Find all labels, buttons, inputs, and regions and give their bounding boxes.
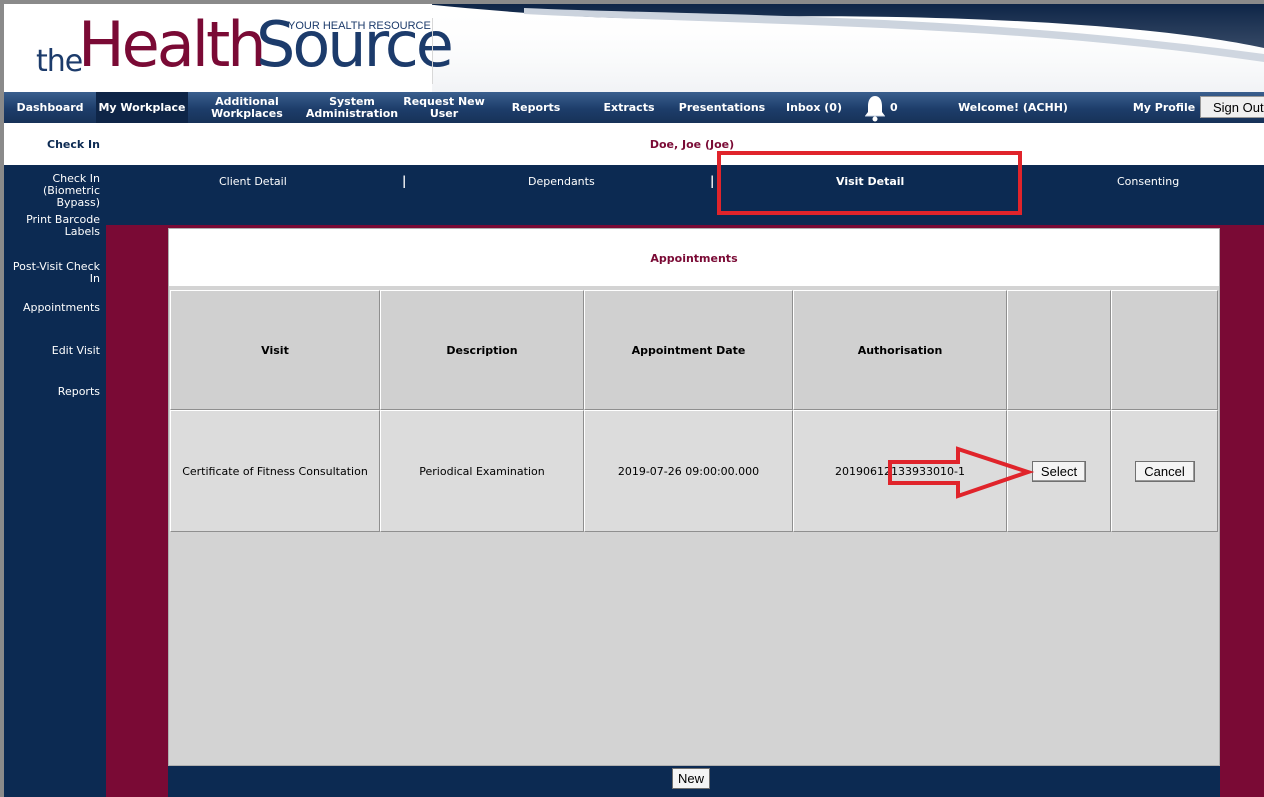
column-header-select xyxy=(1007,290,1111,410)
column-header-description: Description xyxy=(380,290,584,410)
select-button[interactable]: Select xyxy=(1032,460,1086,482)
sidebar: Check In Check In (Biometric Bypass) Pri… xyxy=(4,123,106,797)
nav-system-administration[interactable]: System Administration xyxy=(302,92,402,123)
nav-presentations[interactable]: Presentations xyxy=(676,92,768,123)
column-header-visit: Visit xyxy=(170,290,380,410)
new-appointment-button[interactable]: New xyxy=(672,768,710,789)
sidebar-item-post-visit-check-in[interactable]: Post-Visit Check In xyxy=(4,261,106,285)
cell-cancel: Cancel xyxy=(1111,410,1218,532)
appointments-heading: Appointments xyxy=(650,252,738,265)
welcome-text: Welcome! (ACHH) xyxy=(958,100,1068,114)
tab-dependants[interactable]: Dependants xyxy=(528,175,595,188)
sidebar-item-reports[interactable]: Reports xyxy=(4,386,106,398)
visit-tabs: Client Detail | Dependants | Visit Detai… xyxy=(106,165,1264,225)
cell-appointment-date: 2019-07-26 09:00:00.000 xyxy=(584,410,793,532)
nav-additional-workplaces[interactable]: Additional Workplaces xyxy=(204,92,290,123)
logo-the-text: the xyxy=(36,44,83,79)
nav-inbox[interactable]: Inbox (0) xyxy=(778,92,850,123)
tab-separator: | xyxy=(710,174,715,188)
nav-my-profile[interactable]: My Profile xyxy=(1130,92,1198,123)
top-navigation: Dashboard My Workplace Additional Workpl… xyxy=(4,92,1264,123)
cell-visit: Certificate of Fitness Consultation xyxy=(170,410,380,532)
sidebar-item-appointments[interactable]: Appointments xyxy=(4,302,106,314)
notification-count: 0 xyxy=(890,101,898,114)
patient-bar: Doe, Joe (Joe) xyxy=(106,123,1264,165)
tab-separator: | xyxy=(402,174,407,188)
patient-name: Doe, Joe (Joe) xyxy=(649,138,735,151)
footer-bar: New xyxy=(168,766,1220,797)
red-arrow-annotation xyxy=(888,446,1035,499)
appointments-heading-box: Appointments xyxy=(169,229,1219,286)
sidebar-item-check-in-biometric-bypass[interactable]: Check In (Biometric Bypass) xyxy=(4,173,106,209)
logo-tagline: YOUR HEALTH RESOURCE xyxy=(288,20,431,32)
nav-extracts[interactable]: Extracts xyxy=(596,92,662,123)
cancel-button[interactable]: Cancel xyxy=(1134,460,1195,482)
tab-visit-detail[interactable]: Visit Detail xyxy=(836,175,904,188)
sidebar-item-edit-visit[interactable]: Edit Visit xyxy=(4,345,106,357)
column-header-appointment-date: Appointment Date xyxy=(584,290,793,410)
appointments-table: Visit Description Appointment Date Autho… xyxy=(170,290,1218,532)
column-header-authorisation: Authorisation xyxy=(793,290,1007,410)
sign-out-button[interactable]: Sign Out xyxy=(1200,96,1264,118)
logo-divider xyxy=(432,18,433,84)
nav-dashboard[interactable]: Dashboard xyxy=(10,92,90,123)
sidebar-item-check-in[interactable]: Check In xyxy=(4,123,106,165)
sidebar-item-print-barcode-labels[interactable]: Print Barcode Labels xyxy=(4,214,106,238)
nav-request-new-user[interactable]: Request New User xyxy=(402,92,486,123)
bell-icon[interactable] xyxy=(862,94,888,122)
logo[interactable]: the Health Source YOUR HEALTH RESOURCE xyxy=(4,4,454,92)
column-header-cancel xyxy=(1111,290,1218,410)
cell-description: Periodical Examination xyxy=(380,410,584,532)
tab-client-detail[interactable]: Client Detail xyxy=(219,175,287,188)
nav-my-workplace[interactable]: My Workplace xyxy=(96,92,188,123)
header: the Health Source YOUR HEALTH RESOURCE xyxy=(4,4,1264,92)
nav-reports[interactable]: Reports xyxy=(504,92,568,123)
tab-consenting[interactable]: Consenting xyxy=(1117,175,1179,188)
logo-health-text: Health xyxy=(78,8,267,81)
